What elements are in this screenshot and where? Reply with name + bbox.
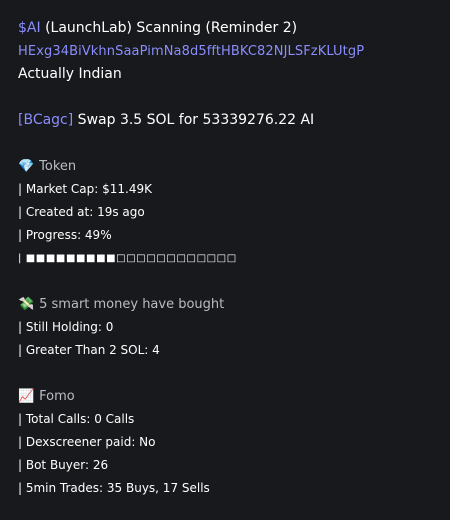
progress-text: | Progress: 49% [18, 228, 112, 242]
swap-text: Swap 3.5 SOL for 53339276.22 AI [73, 112, 315, 128]
market-cap: | Market Cap: $11.49K [18, 182, 152, 196]
total-calls: | Total Calls: 0 Calls [18, 412, 135, 426]
gem-icon: 💎 [18, 159, 35, 174]
wallet-tag-link[interactable]: [BCagc] [18, 112, 73, 128]
created-at: | Created at: 19s ago [18, 205, 145, 219]
swap-line: [BCagc] Swap 3.5 SOL for 53339276.22 AI [18, 109, 432, 132]
token-section-title: 💎 Token [18, 155, 432, 178]
alert-message: $AI (LaunchLab) Scanning (Reminder 2) HE… [0, 0, 450, 520]
smart-money-section-label: 5 smart money have bought [35, 297, 225, 312]
chart-up-icon: 📈 [18, 389, 35, 404]
greater-than-2-sol: | Greater Than 2 SOL: 4 [18, 343, 160, 357]
bot-buyer: | Bot Buyer: 26 [18, 458, 109, 472]
fomo-section-label: Fomo [35, 389, 75, 404]
five-min-trades: | 5min Trades: 35 Buys, 17 Sells [18, 481, 210, 495]
token-name: Actually Indian [18, 66, 122, 82]
progress-bar: | ■■■■■■■■■□□□□□□□□□□□□ [18, 253, 237, 264]
title-text: (LaunchLab) Scanning (Reminder 2) [40, 20, 298, 36]
still-holding: | Still Holding: 0 [18, 320, 114, 334]
ticker-link[interactable]: $AI [18, 20, 41, 36]
contract-address-link[interactable]: HExg34BiVkhnSaaPimNa8d5fftHBKC82NJLSFzKL… [18, 40, 432, 63]
message-title: $AI (LaunchLab) Scanning (Reminder 2) [18, 17, 432, 40]
money-wings-icon: 💸 [18, 297, 35, 312]
token-section-label: Token [35, 159, 77, 174]
smart-money-section-title: 💸 5 smart money have bought [18, 293, 432, 316]
dexscreener-paid: | Dexscreener paid: No [18, 435, 156, 449]
fomo-section-title: 📈 Fomo [18, 385, 432, 408]
